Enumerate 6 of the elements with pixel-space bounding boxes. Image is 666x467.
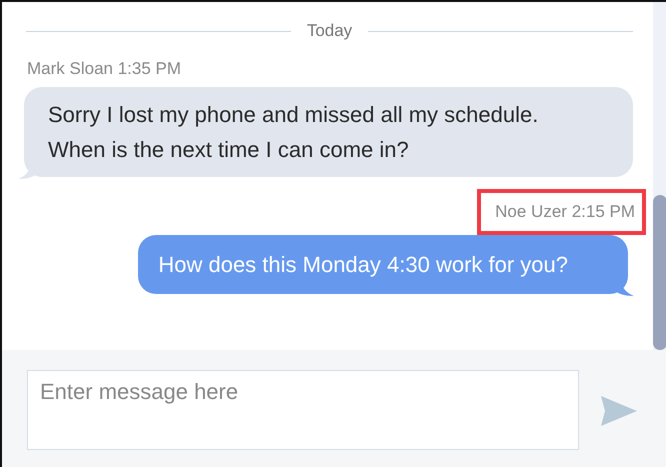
send-icon[interactable] [601,396,637,426]
message-meta: Mark Sloan 1:35 PM [27,58,182,80]
scrollbar[interactable] [653,2,666,350]
message-meta: Noe Uzer 2:15 PM [477,189,646,235]
message-input[interactable]: Enter message here [27,370,579,450]
date-divider: Today [306,21,352,41]
